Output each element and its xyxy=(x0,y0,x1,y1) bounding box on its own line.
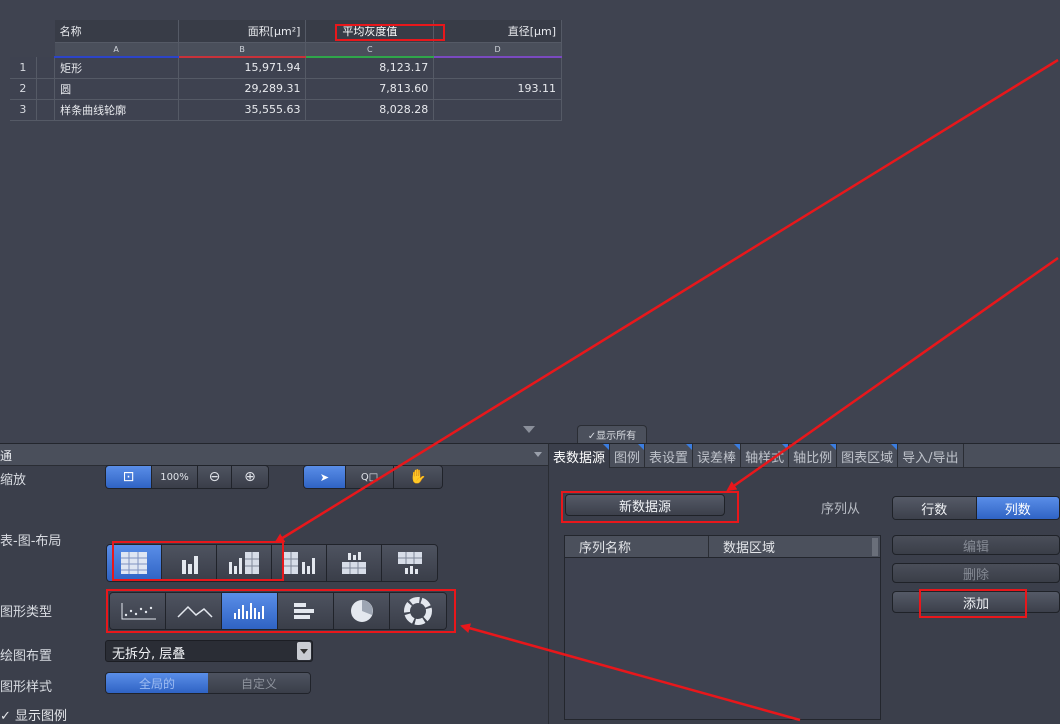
chevron-down-icon[interactable] xyxy=(297,642,311,660)
layout-table-chart-icon[interactable] xyxy=(272,545,327,581)
header-area[interactable]: 面积[µm²] xyxy=(178,20,307,43)
series-by-rows-button[interactable]: 行数 xyxy=(893,497,977,519)
tab-table-settings[interactable]: 表设置 xyxy=(645,444,694,468)
chart-style-global[interactable]: 全局的 xyxy=(106,673,208,693)
tool-button-group: ➤ Q□ ✋ xyxy=(303,465,443,489)
zoom-label: 缩放 xyxy=(0,473,27,488)
measurement-table: 名称 面积[µm²] 平均灰度值 直径[µm] A B C D 1 矩形 15,… xyxy=(10,20,562,121)
cell-mean-gray[interactable]: 7,813.60 xyxy=(305,78,435,100)
show-all-toggle[interactable]: ✓显示所有 xyxy=(577,425,647,443)
pointer-icon[interactable]: ➤ xyxy=(304,466,346,488)
new-data-source-button[interactable]: 新数据源 xyxy=(565,494,725,516)
collapse-triangle-icon[interactable] xyxy=(523,426,535,433)
cell-area[interactable]: 15,971.94 xyxy=(178,57,307,79)
zoom-out-icon[interactable]: ⊖ xyxy=(198,466,232,488)
zoom-100-button[interactable]: 100% xyxy=(152,466,198,488)
plot-layout-label: 绘图布置 xyxy=(0,649,53,664)
chart-type-label: 图形类型 xyxy=(0,605,53,620)
delete-button[interactable]: 删除 xyxy=(892,563,1060,583)
panel-header: 通 xyxy=(0,444,548,466)
plot-layout-value: 无拆分, 层叠 xyxy=(112,647,186,662)
header-scroll-handle[interactable] xyxy=(872,538,878,556)
cell-name[interactable]: 样条曲线轮廓 xyxy=(54,99,179,121)
plot-layout-select[interactable]: 无拆分, 层叠 xyxy=(105,640,313,662)
settings-tab-bar: 表数据源 图例 表设置 误差棒 轴样式 轴比例 图表区域 导入/导出 xyxy=(549,444,1060,468)
row-handle[interactable] xyxy=(36,99,56,121)
cell-name[interactable]: 圆 xyxy=(54,78,179,100)
cell-mean-gray[interactable]: 8,123.17 xyxy=(305,57,435,79)
layout-label: 表-图-布局 xyxy=(0,534,62,549)
table-row[interactable]: 1 矩形 15,971.94 8,123.17 xyxy=(10,57,562,79)
series-list[interactable]: 序列名称 数据区域 xyxy=(564,535,881,720)
chart-style-toggle: 全局的 自定义 xyxy=(105,672,311,694)
row-handle[interactable] xyxy=(36,78,56,100)
tab-data-source[interactable]: 表数据源 xyxy=(549,444,611,468)
series-from-toggle: 行数 列数 xyxy=(892,496,1060,520)
tab-legend[interactable]: 图例 xyxy=(610,444,646,468)
column-letter-b: B xyxy=(178,42,307,58)
donut-chart-icon[interactable] xyxy=(390,593,446,629)
panel-dropdown-icon[interactable] xyxy=(534,452,542,457)
row-number[interactable]: 2 xyxy=(10,78,37,100)
cell-mean-gray[interactable]: 8,028.28 xyxy=(305,99,435,121)
zoom-button-group: ⊡ 100% ⊖ ⊕ xyxy=(105,465,269,489)
zoom-box-icon[interactable]: Q□ xyxy=(346,466,394,488)
tab-chart-area[interactable]: 图表区域 xyxy=(837,444,899,468)
layout-chart-table-icon[interactable] xyxy=(217,545,272,581)
zoom-in-icon[interactable]: ⊕ xyxy=(232,466,268,488)
layout-table-above-chart-icon[interactable] xyxy=(382,545,437,581)
layout-chart-above-table-icon[interactable] xyxy=(327,545,382,581)
cell-diameter[interactable] xyxy=(433,57,562,79)
row-number[interactable]: 1 xyxy=(10,57,37,79)
table-corner-2 xyxy=(10,42,55,57)
layout-button-group xyxy=(106,544,438,582)
edit-button[interactable]: 编辑 xyxy=(892,535,1060,555)
table-header-row: 名称 面积[µm²] 平均灰度值 直径[µm] xyxy=(10,20,562,43)
pie-chart-icon[interactable] xyxy=(334,593,390,629)
header-diameter[interactable]: 直径[µm] xyxy=(433,20,562,43)
series-list-header: 序列名称 数据区域 xyxy=(565,536,880,558)
column-letter-a: A xyxy=(54,42,179,58)
series-by-columns-button[interactable]: 列数 xyxy=(976,497,1059,519)
pan-hand-icon[interactable]: ✋ xyxy=(394,466,442,488)
cell-name[interactable]: 矩形 xyxy=(54,57,179,79)
tab-axis-scale[interactable]: 轴比例 xyxy=(789,444,838,468)
table-row[interactable]: 3 样条曲线轮廓 35,555.63 8,028.28 xyxy=(10,99,562,121)
series-name-header[interactable]: 序列名称 xyxy=(565,536,709,557)
cell-area[interactable]: 35,555.63 xyxy=(178,99,307,121)
series-from-label: 序列从 xyxy=(821,502,861,517)
row-number[interactable]: 3 xyxy=(10,99,37,121)
column-letter-row: A B C D xyxy=(10,42,562,58)
chart-type-button-group xyxy=(109,592,447,630)
tab-axis-style[interactable]: 轴样式 xyxy=(741,444,790,468)
horizontal-bar-chart-icon[interactable] xyxy=(278,593,334,629)
row-handle[interactable] xyxy=(36,57,56,79)
table-corner xyxy=(10,20,55,42)
data-range-header[interactable]: 数据区域 xyxy=(709,536,880,557)
chart-style-label: 图形样式 xyxy=(0,680,53,695)
table-row[interactable]: 2 圆 29,289.31 7,813.60 193.11 xyxy=(10,78,562,100)
scatter-chart-icon[interactable] xyxy=(110,593,166,629)
layout-table-only-icon[interactable] xyxy=(107,545,162,581)
line-chart-icon[interactable] xyxy=(166,593,222,629)
tab-error-bars[interactable]: 误差棒 xyxy=(693,444,742,468)
cell-area[interactable]: 29,289.31 xyxy=(178,78,307,100)
show-legend-checkbox[interactable]: ✓ 显示图例 xyxy=(0,705,67,724)
header-mean-gray[interactable]: 平均灰度值 xyxy=(305,20,435,43)
panel-title: 通 xyxy=(0,449,13,463)
bar-chart-icon[interactable] xyxy=(222,593,278,629)
cell-diameter[interactable]: 193.11 xyxy=(433,78,562,100)
layout-chart-only-icon[interactable] xyxy=(162,545,217,581)
chart-style-custom[interactable]: 自定义 xyxy=(208,673,310,693)
fit-icon[interactable]: ⊡ xyxy=(106,466,152,488)
header-name[interactable]: 名称 xyxy=(54,20,179,43)
tab-import-export[interactable]: 导入/导出 xyxy=(898,444,964,468)
add-button[interactable]: 添加 xyxy=(892,591,1060,613)
column-letter-d: D xyxy=(433,42,562,58)
cell-diameter[interactable] xyxy=(433,99,562,121)
column-letter-c: C xyxy=(305,42,435,58)
